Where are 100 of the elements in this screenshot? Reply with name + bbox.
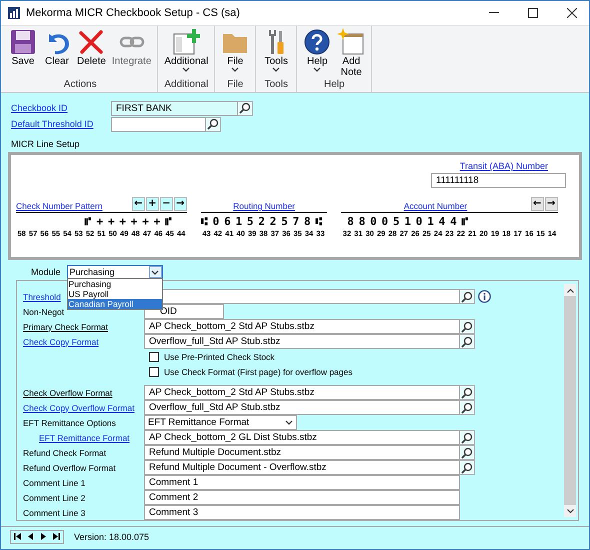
last-record-button[interactable] bbox=[50, 530, 63, 542]
scroll-down-button[interactable] bbox=[564, 505, 576, 517]
close-icon bbox=[567, 8, 577, 18]
search-icon bbox=[461, 320, 473, 332]
previous-icon bbox=[28, 533, 33, 540]
input-field[interactable]: AP Check_bottom_2 GL Dist Stubs.stbz bbox=[144, 430, 460, 445]
group-label: File bbox=[227, 79, 244, 92]
lookup-button[interactable] bbox=[460, 319, 475, 334]
lookup-button[interactable] bbox=[460, 385, 475, 400]
field-link[interactable]: Check Copy Format bbox=[23, 336, 144, 346]
lookup-button[interactable] bbox=[460, 430, 475, 445]
scroll-up-button[interactable] bbox=[564, 284, 576, 296]
first-record-button[interactable] bbox=[11, 530, 24, 542]
chevron-up-icon bbox=[566, 288, 574, 292]
checkbox[interactable] bbox=[149, 366, 159, 376]
field-link[interactable]: Transit (ABA) Number bbox=[460, 161, 548, 171]
dropdown-button[interactable] bbox=[148, 266, 162, 278]
maximize-icon bbox=[528, 8, 538, 18]
info-icon[interactable] bbox=[478, 290, 491, 303]
group-label: Help bbox=[324, 79, 345, 92]
lookup-button[interactable] bbox=[238, 100, 253, 116]
version-text: Version: 18.00.075 bbox=[74, 532, 150, 542]
input-field[interactable]: 111111118 bbox=[431, 173, 566, 188]
checkbox[interactable] bbox=[149, 352, 159, 362]
search-icon bbox=[239, 102, 251, 114]
search-icon bbox=[461, 336, 473, 348]
ribbon-button[interactable]: Tools bbox=[259, 26, 294, 79]
input-field[interactable]: Comment 3 bbox=[144, 505, 460, 520]
dropdown-field[interactable]: Purchasing bbox=[66, 265, 163, 279]
search-icon bbox=[461, 446, 473, 458]
search-icon bbox=[461, 290, 473, 302]
field-label: Comment Line 1 bbox=[23, 478, 86, 488]
last-icon bbox=[53, 533, 60, 540]
lookup-button[interactable] bbox=[460, 334, 475, 349]
group-label: Additional bbox=[164, 79, 208, 92]
caret-icon bbox=[272, 67, 280, 72]
caret-icon bbox=[231, 67, 240, 72]
ribbon-button[interactable]: Add Note bbox=[334, 26, 368, 79]
input-field[interactable]: Refund Multiple Document.stbz bbox=[144, 445, 460, 460]
micr-button[interactable]: → bbox=[174, 197, 187, 211]
group-label: Actions bbox=[64, 79, 97, 92]
micr-characters: 8800510144⑈ bbox=[347, 214, 474, 228]
help-icon bbox=[303, 28, 332, 56]
search-icon bbox=[461, 432, 473, 444]
input-field[interactable]: Overflow_full_Std AP Stub.stbz bbox=[144, 334, 460, 349]
caret-icon bbox=[313, 67, 322, 72]
search-icon bbox=[461, 462, 473, 474]
window-title: Mekorma MICR Checkbook Setup - CS (sa) bbox=[26, 7, 241, 19]
lookup-button[interactable] bbox=[460, 445, 475, 460]
ribbon-button[interactable]: Help bbox=[300, 26, 334, 79]
minimize-icon bbox=[489, 12, 499, 14]
input-field[interactable]: Refund Multiple Document - Overflow.stbz bbox=[144, 460, 460, 475]
ribbon-button[interactable]: File bbox=[218, 26, 252, 79]
ribbon-button[interactable]: Additional bbox=[161, 26, 212, 79]
micr-button[interactable]: → bbox=[544, 197, 558, 211]
field-link[interactable]: Account Number bbox=[404, 201, 468, 211]
ribbon-button[interactable]: Save bbox=[6, 26, 40, 79]
app-icon bbox=[7, 6, 21, 20]
field-link[interactable]: Default Threshold ID bbox=[11, 119, 111, 129]
caret-icon bbox=[182, 67, 190, 72]
field-link[interactable]: Check Number Pattern bbox=[16, 201, 102, 211]
window-plus-icon bbox=[172, 28, 200, 56]
field-label: Refund Check Format bbox=[23, 448, 108, 458]
scrollbar[interactable] bbox=[564, 284, 576, 517]
dropdown-caret-icon bbox=[285, 420, 293, 425]
ribbon-button[interactable]: Clear bbox=[40, 26, 74, 79]
ribbon-button[interactable]: Delete bbox=[74, 26, 109, 79]
input-field[interactable]: Comment 2 bbox=[144, 490, 460, 505]
lookup-button[interactable] bbox=[460, 460, 475, 475]
caret-icon bbox=[151, 270, 160, 274]
micr-button[interactable]: − bbox=[160, 197, 173, 211]
input-field[interactable]: AP Check_bottom_2 Std AP Stubs.stbz bbox=[144, 319, 460, 334]
field-label: Refund Overflow Format bbox=[23, 462, 117, 472]
micr-button[interactable]: ← bbox=[530, 197, 544, 211]
field-link[interactable]: Routing Number bbox=[233, 201, 295, 211]
lookup-button[interactable] bbox=[206, 116, 221, 132]
delete-icon bbox=[77, 28, 106, 56]
group-label: Tools bbox=[264, 79, 288, 92]
lookup-button[interactable] bbox=[460, 400, 475, 415]
checkbox-label: Use Pre-Printed Check Stock bbox=[164, 352, 275, 362]
micr-characters: ⑆061522578⑆ bbox=[200, 214, 328, 228]
field-link[interactable]: Check Copy Overflow Format bbox=[23, 402, 144, 412]
input-field[interactable]: Overflow_full_Std AP Stub.stbz bbox=[144, 400, 460, 415]
checkbox-label: Use Check Format (First page) for overflow pages bbox=[164, 366, 352, 376]
micr-button[interactable]: + bbox=[146, 197, 159, 211]
lookup-button[interactable] bbox=[460, 289, 475, 304]
field-label: Comment Line 3 bbox=[23, 508, 86, 518]
input-field[interactable]: Comment 1 bbox=[144, 475, 460, 490]
search-icon bbox=[207, 118, 219, 130]
field-label: EFT Remittance Options bbox=[23, 418, 117, 428]
dropdown-field[interactable]: EFT Remittance Format bbox=[144, 415, 297, 430]
input-field[interactable] bbox=[111, 116, 206, 132]
next-icon bbox=[41, 533, 46, 540]
field-link[interactable]: EFT Remittance Format bbox=[39, 432, 144, 442]
search-icon bbox=[461, 386, 473, 398]
chevron-down-icon bbox=[566, 508, 574, 514]
field-label: Primary Check Format bbox=[23, 322, 110, 332]
dropdown-option[interactable]: Canadian Payroll bbox=[68, 299, 162, 309]
micr-button[interactable]: ← bbox=[132, 197, 145, 211]
input-field[interactable]: AP Check_bottom_2 Std AP Stubs.stbz bbox=[144, 385, 460, 400]
